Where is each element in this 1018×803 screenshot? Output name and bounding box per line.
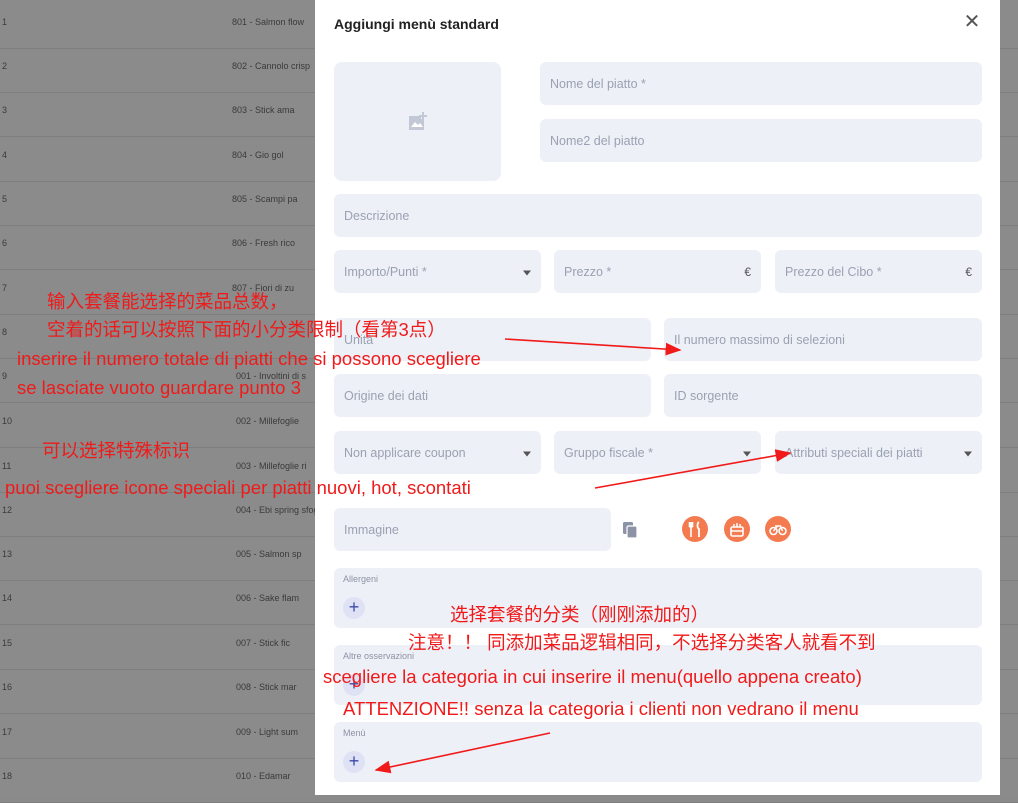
arrow-to-special-attributes xyxy=(594,449,792,489)
arrow-to-max-selections xyxy=(504,338,682,356)
annotation-arrows xyxy=(374,338,792,774)
arrow-to-menu-add xyxy=(374,732,551,774)
